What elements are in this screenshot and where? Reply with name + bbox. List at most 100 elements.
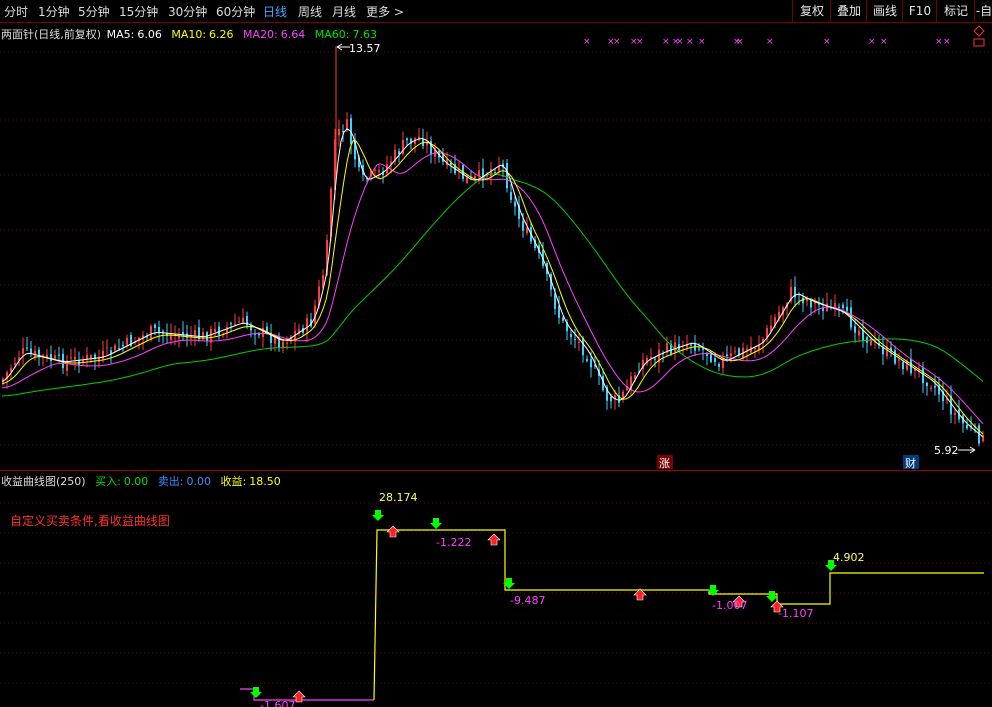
candle-body <box>226 327 228 333</box>
candle-body <box>374 169 376 171</box>
candle-body <box>870 338 872 345</box>
pink-x-icon: × <box>686 37 694 47</box>
custom-button[interactable]: -自 <box>974 0 992 22</box>
candle-body <box>282 341 284 349</box>
sell-arrow-icon <box>487 533 501 546</box>
candle-body <box>74 357 76 360</box>
pink-x-icon: × <box>943 37 951 47</box>
candle-body <box>810 300 812 308</box>
candle-body <box>738 348 740 355</box>
high-price-label: 13.57 <box>349 42 381 55</box>
candle-body <box>494 171 496 173</box>
pink-x-icon: × <box>823 37 831 47</box>
candle-body <box>102 350 104 359</box>
loss-value-1107: -1.107 <box>778 607 813 620</box>
candle-body <box>86 354 88 360</box>
candle-body <box>654 358 656 360</box>
tab-5min[interactable]: 5分钟 <box>78 3 110 20</box>
candle-body <box>22 347 24 354</box>
pink-x-icon: × <box>868 37 876 47</box>
ma10-line <box>1 140 984 435</box>
candle-body <box>506 163 508 189</box>
signal-markers: × ×× ×× × ×× × × ×× × × × × × × <box>583 37 951 47</box>
candle-body <box>718 364 720 367</box>
candle-body <box>70 357 72 359</box>
draw-line-button[interactable]: 画线 <box>866 0 903 22</box>
candle-body <box>122 344 124 346</box>
candle-body <box>230 323 232 325</box>
loss-value-1007: -1.007 <box>712 599 747 612</box>
loss-value-1607: -1.607 <box>260 699 295 707</box>
candle-body <box>490 168 492 177</box>
buy-arrow-icon <box>430 518 442 529</box>
tab-30min[interactable]: 30分钟 <box>168 3 207 20</box>
candle-body <box>158 327 160 332</box>
tab-fenshi[interactable]: 分时 <box>4 3 28 20</box>
candle-body <box>570 334 572 337</box>
candle-body <box>854 326 856 333</box>
candle-body <box>650 357 652 359</box>
candle-body <box>610 396 612 402</box>
candle-body <box>726 354 728 356</box>
candle-body <box>690 344 692 346</box>
profit-curve-chart[interactable]: 28.174 -1.222 -9.487 -1.007 -1.107 4.902… <box>0 471 992 707</box>
low-pointer <box>958 446 976 454</box>
candle-body <box>474 175 476 178</box>
mark-button[interactable]: 标记 <box>936 0 975 22</box>
tab-weekly[interactable]: 周线 <box>298 3 322 20</box>
candlestick-chart[interactable]: × ×× ×× × ×× × × ×× × × × × × × 13.57 5.92 涨 财 <box>0 22 992 470</box>
tab-daily[interactable]: 日线 <box>263 3 287 20</box>
candle-body <box>182 332 184 335</box>
candle-body <box>90 354 92 359</box>
candle-body <box>238 321 240 323</box>
candle-body <box>922 367 924 384</box>
candle-body <box>582 338 584 356</box>
tab-more[interactable]: 更多 > <box>366 3 404 20</box>
pink-x-icon: × <box>583 37 591 47</box>
candle-body <box>114 345 116 351</box>
pink-x-icon: × <box>935 37 943 47</box>
candle-body <box>902 361 904 370</box>
candle-body <box>306 318 308 332</box>
candle-body <box>858 330 860 336</box>
candle-body <box>590 359 592 368</box>
loss-value-1222: -1.222 <box>436 536 471 549</box>
tab-monthly[interactable]: 月线 <box>332 3 356 20</box>
candle-body <box>14 363 16 365</box>
candle-body <box>578 342 580 344</box>
pink-x-icon: × <box>662 37 670 47</box>
candle-body <box>54 355 56 359</box>
candle-body <box>154 324 156 329</box>
candle-body <box>206 332 208 342</box>
candle-body <box>894 350 896 364</box>
candle-body <box>26 347 28 349</box>
candle-body <box>754 347 756 349</box>
candle-body <box>746 348 748 350</box>
tab-1min[interactable]: 1分钟 <box>38 3 70 20</box>
f10-button[interactable]: F10 <box>902 0 937 22</box>
profit-value-4902: 4.902 <box>833 551 865 564</box>
restore-rights-button[interactable]: 复权 <box>792 0 831 22</box>
pane-toggle-icon[interactable] <box>973 25 985 47</box>
candle-body <box>118 348 120 350</box>
candle-body <box>58 354 60 356</box>
candle-body <box>898 359 900 361</box>
low-price-label: 5.92 <box>934 444 959 457</box>
tab-15min[interactable]: 15分钟 <box>119 3 158 20</box>
candle-body <box>966 425 968 429</box>
candle-body <box>214 329 216 333</box>
candle-body <box>514 201 516 207</box>
loss-value-9487: -9.487 <box>510 594 545 607</box>
cai-marker[interactable]: 财 <box>905 456 916 470</box>
candle-body <box>286 342 288 344</box>
candle-body <box>838 306 840 308</box>
pink-x-icon: × <box>636 37 644 47</box>
pink-x-icon: × <box>880 37 888 47</box>
pink-x-icon: × <box>736 37 744 47</box>
overlay-button[interactable]: 叠加 <box>830 0 867 22</box>
candle-body <box>846 306 848 312</box>
tab-60min[interactable]: 60分钟 <box>216 3 255 20</box>
ma20-line <box>1 152 984 425</box>
candle-body <box>934 385 936 388</box>
zhang-marker[interactable]: 涨 <box>659 457 670 470</box>
